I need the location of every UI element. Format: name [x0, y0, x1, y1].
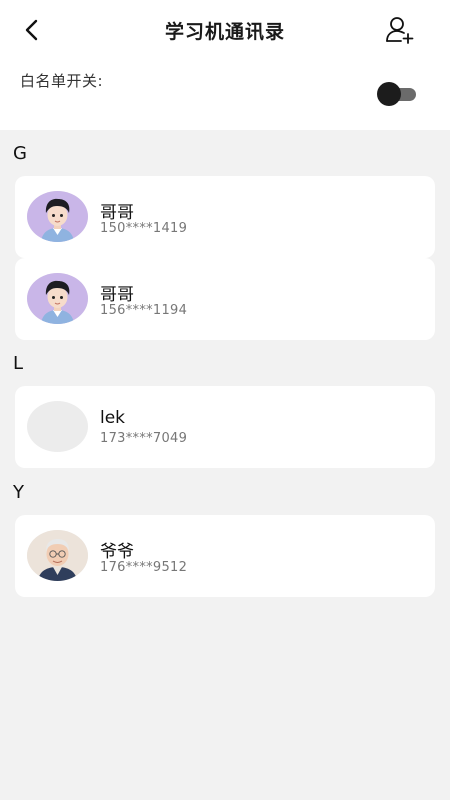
contact-phone: 150****1419: [100, 221, 188, 236]
top-bar: 学习机通讯录 白名单开关:: [0, 0, 450, 130]
contact-card[interactable]: 哥哥 156****1194: [15, 258, 435, 340]
add-contact-icon: [386, 17, 414, 44]
page-title: 学习机通讯录: [164, 21, 285, 43]
boy-avatar-icon: [27, 273, 88, 324]
section-letter-g: G: [13, 143, 27, 164]
contact-name: lek: [100, 408, 126, 428]
contact-phone: 156****1194: [100, 303, 188, 318]
contact-phone: 176****9512: [100, 560, 188, 575]
toggle-knob: [377, 82, 401, 106]
avatar: [27, 530, 88, 581]
avatar: [27, 273, 88, 324]
grandpa-avatar-icon: [27, 530, 88, 581]
boy-avatar-icon: [27, 191, 88, 242]
blank-avatar-icon: [27, 401, 88, 452]
add-contact-button[interactable]: [384, 15, 416, 45]
avatar: [27, 191, 88, 242]
section-letter-l: L: [13, 353, 24, 374]
contact-card[interactable]: 哥哥 150****1419: [15, 176, 435, 258]
section-letter-y: Y: [13, 482, 24, 503]
contact-name: 爷爷: [100, 542, 134, 562]
contact-phone: 173****7049: [100, 431, 188, 446]
contact-name: 哥哥: [100, 203, 134, 223]
contact-card[interactable]: lek 173****7049: [15, 386, 435, 468]
contact-name: 哥哥: [100, 285, 134, 305]
whitelist-label: 白名单开关:: [20, 72, 104, 90]
whitelist-toggle[interactable]: [376, 82, 418, 106]
contact-card[interactable]: 爷爷 176****9512: [15, 515, 435, 597]
